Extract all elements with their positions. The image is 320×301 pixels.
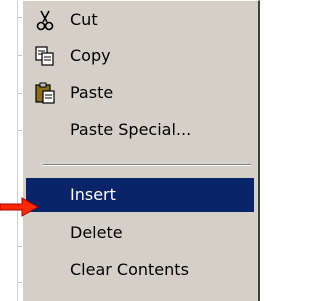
menu-item-label: Copy — [70, 46, 111, 65]
menu-item-cut[interactable]: Cut — [26, 3, 254, 37]
menu-item-delete[interactable]: Delete — [26, 216, 254, 250]
scissors-icon — [34, 9, 56, 31]
menu-item-paste-special[interactable]: Paste Special... — [26, 113, 254, 147]
menu-item-label: Insert — [70, 185, 116, 204]
menu-item-paste[interactable]: Paste — [26, 76, 254, 110]
menu-separator — [43, 164, 251, 166]
paste-icon — [34, 82, 56, 104]
context-menu: Cut Copy Paste Paste Special... Insert D… — [22, 0, 260, 301]
menu-item-copy[interactable]: Copy — [26, 39, 254, 73]
menu-item-label: Paste Special... — [70, 120, 192, 139]
menu-item-label: Cut — [70, 10, 98, 29]
menu-item-label: Paste — [70, 83, 114, 102]
grid-line — [17, 0, 18, 301]
menu-item-label: Clear Contents — [70, 260, 189, 279]
red-arrow-icon — [0, 197, 40, 217]
menu-item-label: Delete — [70, 223, 123, 242]
menu-item-clear-contents[interactable]: Clear Contents — [26, 253, 254, 287]
copy-icon — [34, 45, 56, 67]
menu-item-insert[interactable]: Insert — [26, 178, 254, 212]
